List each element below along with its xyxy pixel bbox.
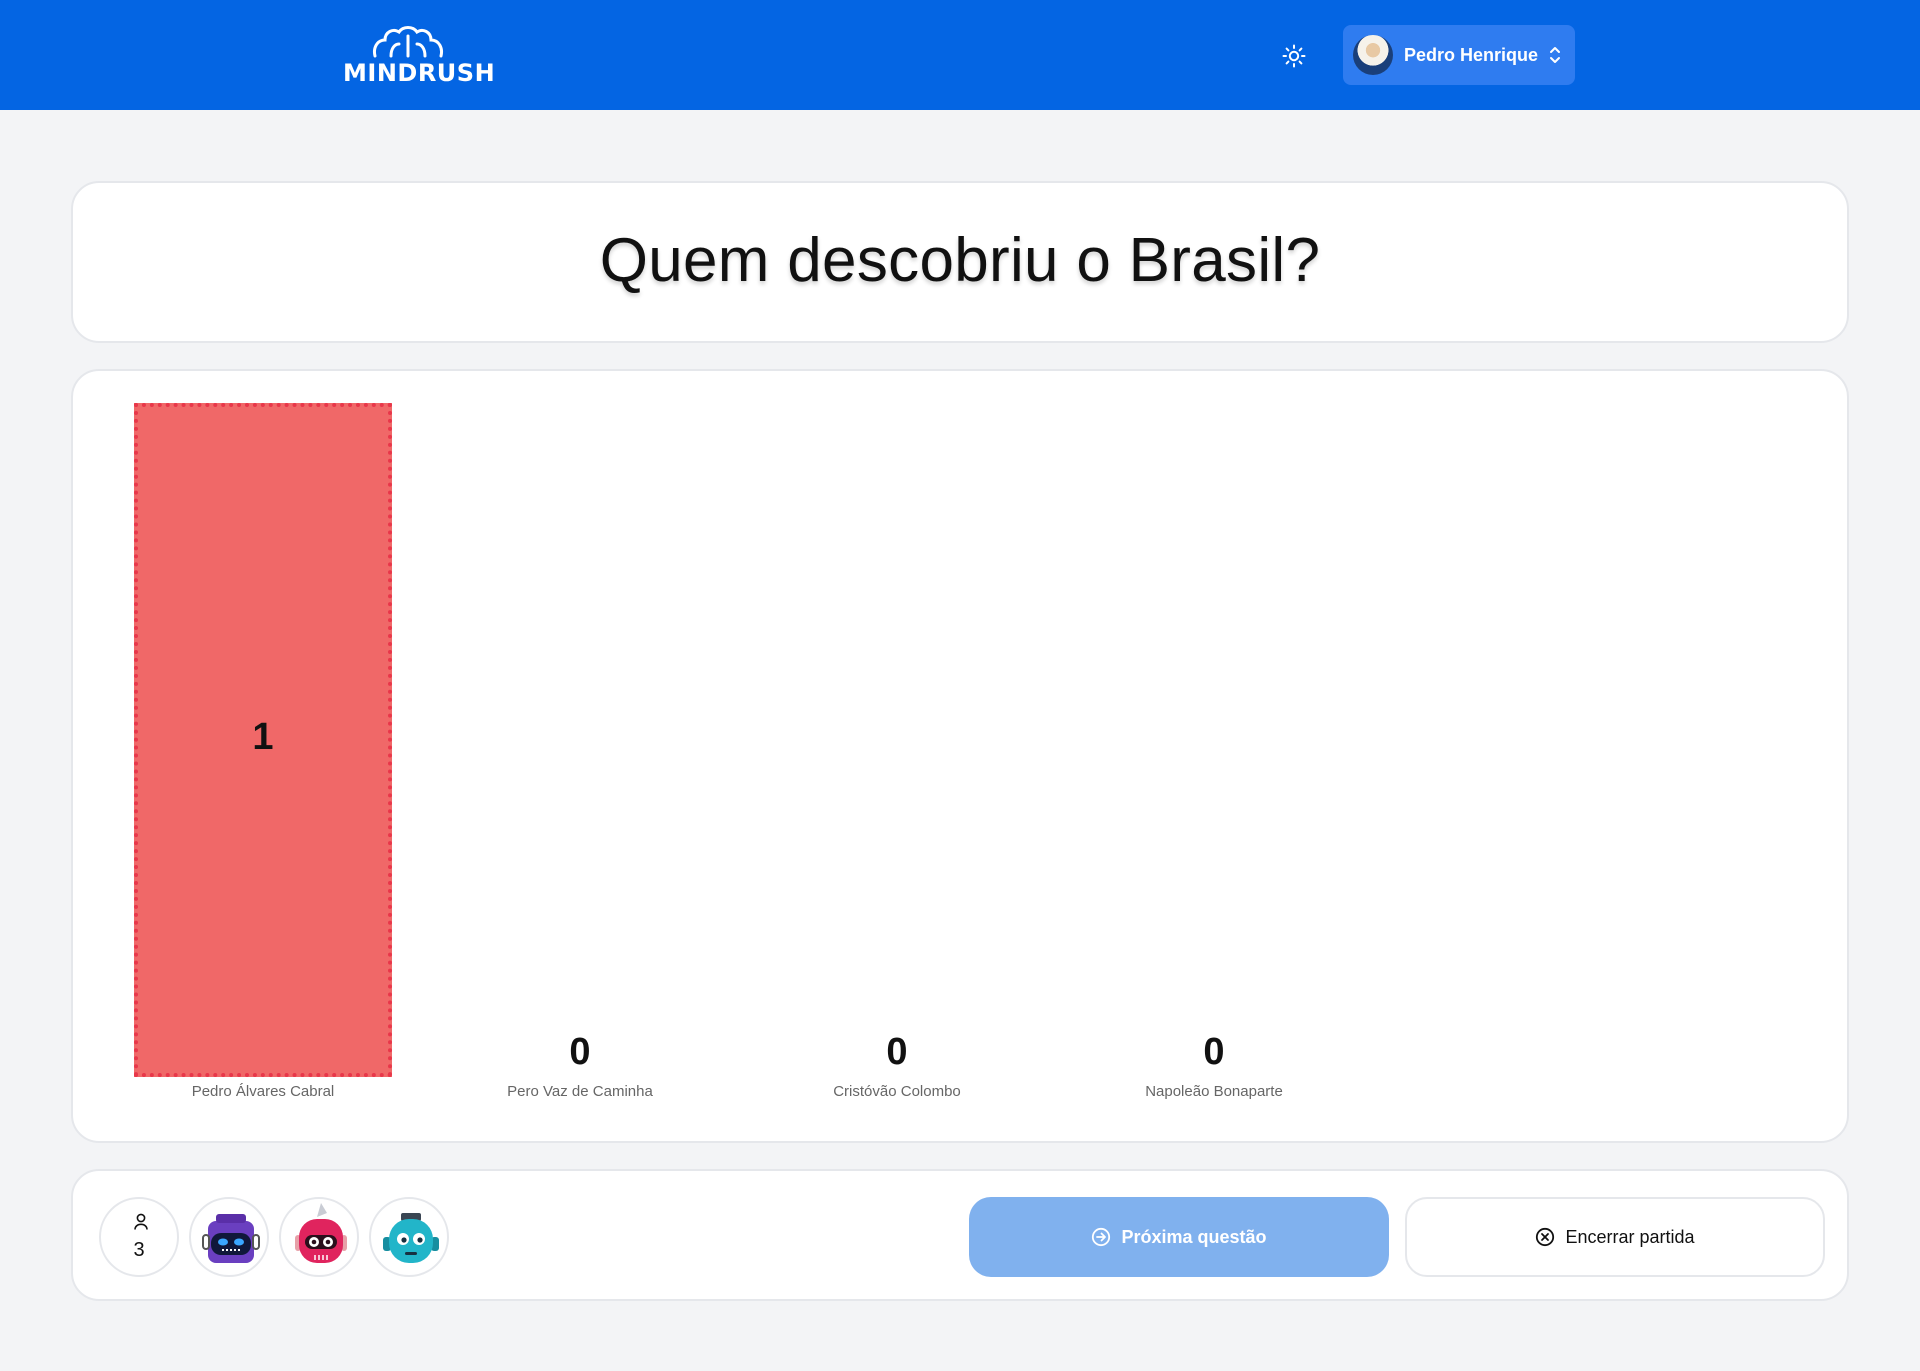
close-circle-icon (1536, 1227, 1555, 1247)
robot-pink-icon (295, 1203, 347, 1263)
theme-toggle-button[interactable] (1279, 41, 1309, 71)
user-avatar (1353, 35, 1393, 75)
player-avatar-robot-teal[interactable] (369, 1197, 449, 1277)
chart-bar-value: 1 (252, 716, 274, 758)
end-game-label: Encerrar partida (1565, 1226, 1695, 1247)
chart-bar-value: 0 (569, 1031, 591, 1073)
end-game-button[interactable]: Encerrar partida (1405, 1197, 1825, 1277)
robot-purple-icon (202, 1214, 260, 1263)
player-count: 3 (99, 1197, 179, 1277)
user-icon (134, 1213, 148, 1230)
sun-icon (1282, 44, 1306, 68)
chevron-up-down-icon (1550, 47, 1560, 63)
chart-category-label: Napoleão Bonaparte (1145, 1083, 1283, 1100)
player-avatar-robot-purple[interactable] (189, 1197, 269, 1277)
robot-teal-icon (383, 1213, 439, 1263)
chart-category-label: Pero Vaz de Caminha (507, 1083, 653, 1100)
chart-category-label: Cristóvão Colombo (833, 1083, 961, 1100)
question-text: Quem descobriu o Brasil? (599, 226, 1321, 295)
arrow-right-circle-icon (1092, 1227, 1111, 1247)
brain-logo-icon (373, 26, 443, 58)
question-card: Quem descobriu o Brasil? (71, 181, 1849, 343)
player-avatar-robot-pink[interactable] (279, 1197, 359, 1277)
chart-category-label: Pedro Álvares Cabral (191, 1083, 335, 1100)
chart-bar-value: 0 (1203, 1031, 1225, 1073)
player-count-value: 3 (133, 1239, 145, 1261)
next-question-label: Próxima questão (1121, 1226, 1267, 1247)
next-question-button[interactable]: Próxima questão (969, 1197, 1389, 1277)
game-controls-bar: 3 Próxima questão Encerrar partida (71, 1169, 1849, 1301)
user-menu-button[interactable]: Pedro Henrique (1343, 25, 1575, 85)
answers-chart: 1 Pedro Álvares Cabral 0 Pero Vaz de Caminh… (71, 369, 1849, 1143)
chart-bar-value: 0 (886, 1031, 908, 1073)
user-name: Pedro Henrique (1404, 45, 1539, 65)
logo-text: MINDRUSH (343, 59, 496, 87)
mindrush-logo[interactable]: MINDRUSH (343, 26, 496, 87)
app-header: MINDRUSH Pedro Henrique (0, 0, 1920, 110)
